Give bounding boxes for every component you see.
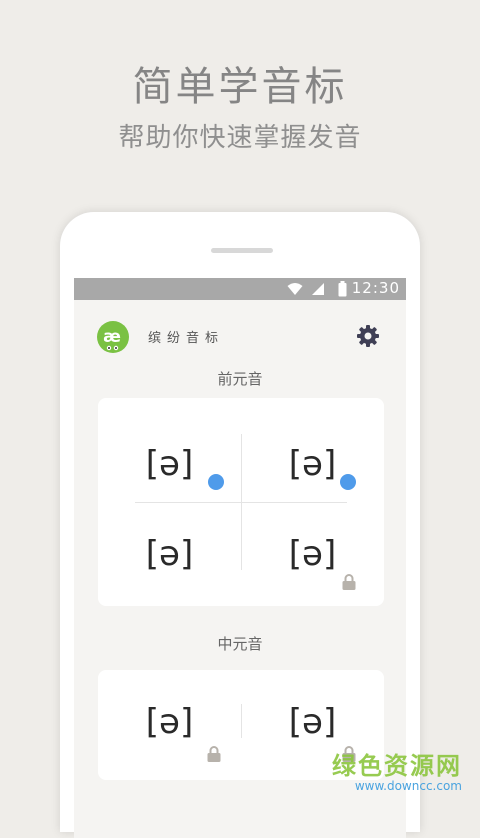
watermark-title: 绿色资源网 — [332, 752, 462, 780]
app-logo: æ — [97, 321, 129, 353]
watermark-url: www.downcc.com — [354, 779, 462, 793]
status-bar: 12:30 — [74, 278, 406, 300]
app-bar: æ 缤纷音标 — [74, 300, 406, 354]
front-vowels-card: [ə] [ə] [ə] [ə] — [98, 398, 384, 606]
section-title-front-vowels: 前元音 — [217, 370, 263, 388]
lock-icon — [342, 574, 356, 590]
phoneme-symbol: [ə] — [288, 702, 337, 742]
wifi-icon — [287, 283, 303, 295]
status-dot — [208, 474, 224, 490]
phoneme-symbol: [ə] — [288, 444, 337, 484]
phoneme-cell[interactable]: [ə] — [98, 518, 241, 585]
section-title-central-vowels: 中元音 — [217, 635, 263, 653]
phoneme-symbol: [ə] — [145, 702, 194, 742]
site-watermark: 绿色资源网 www.downcc.com — [332, 746, 462, 793]
app-logo-text: æ — [103, 327, 121, 347]
card-divider — [135, 502, 347, 503]
phoneme-cell[interactable]: [ə] — [241, 518, 384, 590]
phoneme-cell[interactable]: [ə] — [241, 686, 384, 762]
signal-icon — [312, 283, 324, 295]
phoneme-symbol: [ə] — [145, 534, 194, 574]
status-time: 12:30 — [351, 279, 400, 297]
phoneme-symbol: [ə] — [288, 534, 337, 574]
phone-speaker — [211, 248, 273, 253]
phoneme-cell[interactable]: [ə] — [98, 686, 241, 762]
lock-icon — [207, 746, 221, 762]
phoneme-cell[interactable]: [ə] — [241, 428, 384, 495]
app-title: 缤纷音标 — [148, 331, 225, 346]
status-dot — [340, 474, 356, 490]
promo-headline: 简单学音标 — [132, 64, 348, 110]
promo-subline: 帮助你快速掌握发音 — [118, 123, 362, 153]
phone-frame: 12:30 æ 缤纷音标 前元音 [ə] [ə] [ə] [ə] 中元音 [ə]… — [60, 212, 420, 838]
gear-icon[interactable] — [356, 324, 380, 348]
phoneme-cell[interactable]: [ə] — [98, 428, 241, 495]
battery-icon — [338, 281, 347, 297]
